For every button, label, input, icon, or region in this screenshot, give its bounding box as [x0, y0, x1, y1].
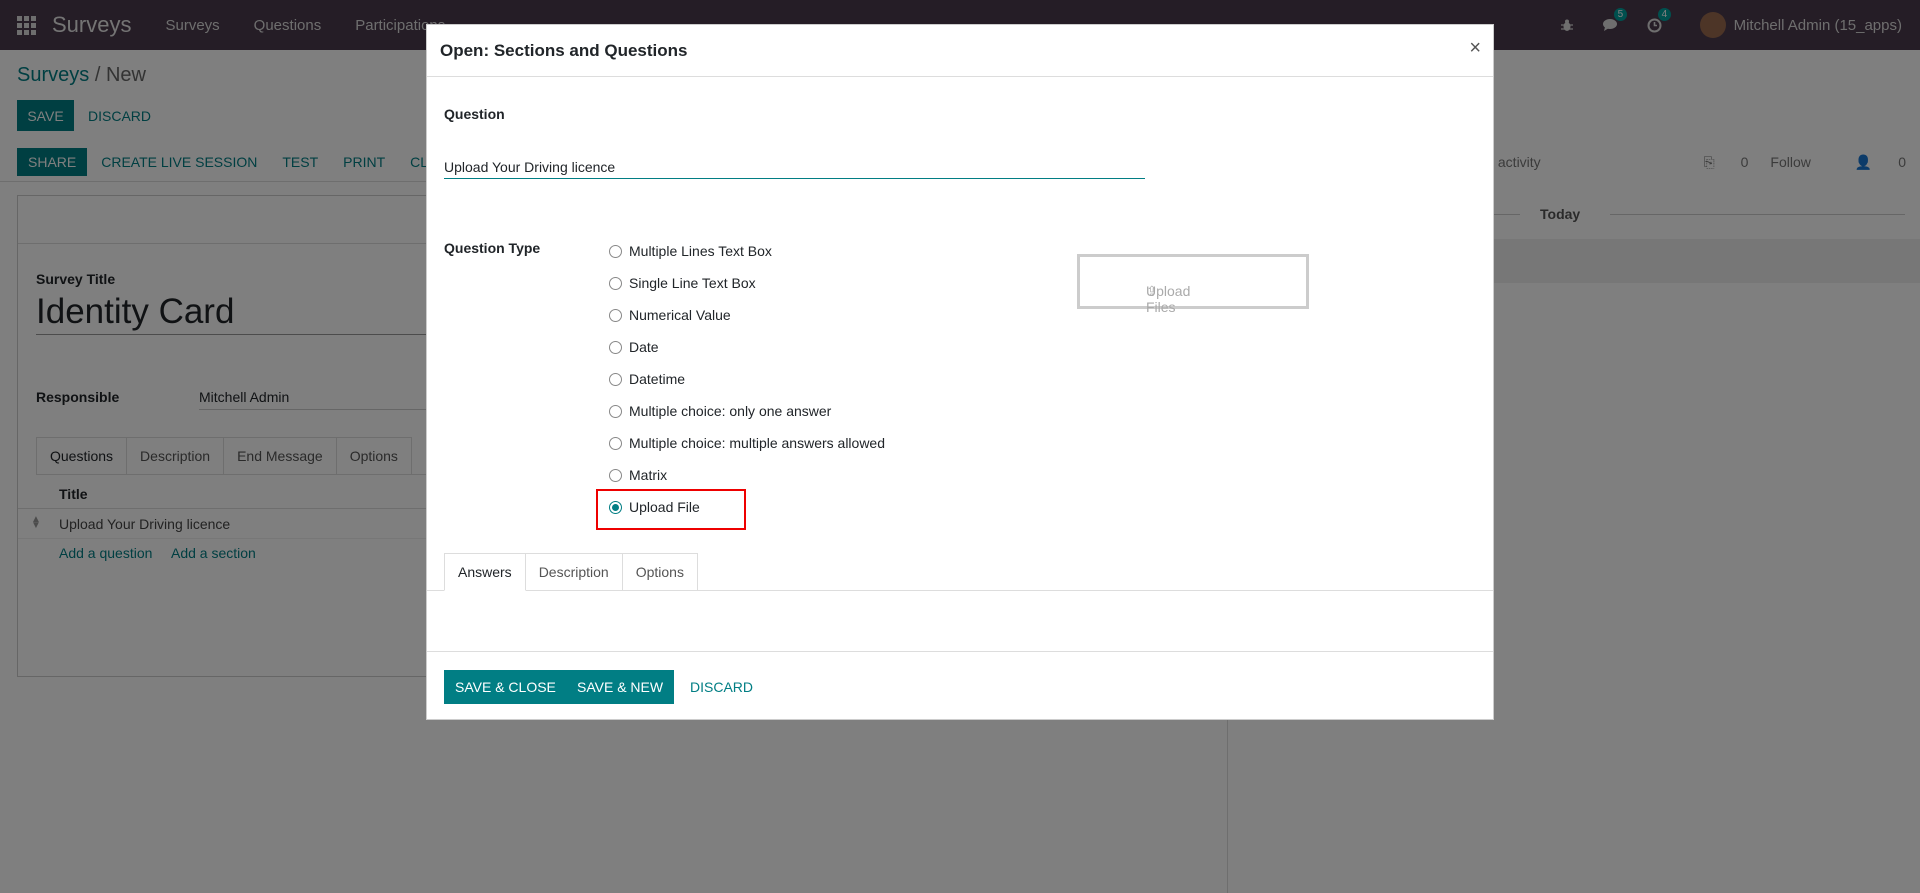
radio-label[interactable]: Numerical Value	[629, 307, 731, 323]
radio-label[interactable]: Date	[629, 339, 659, 355]
radio-option-matrix[interactable]: Matrix	[609, 459, 885, 491]
radio-label[interactable]: Multiple choice: only one answer	[629, 403, 831, 419]
dialog-title: Open: Sections and Questions	[440, 41, 688, 60]
tab-description[interactable]: Description	[524, 553, 623, 591]
sections-questions-dialog: Open: Sections and Questions × Question …	[426, 24, 1494, 720]
radio-label[interactable]: Datetime	[629, 371, 685, 387]
radio-option-date[interactable]: Date	[609, 331, 885, 363]
dialog-tabs: Answers Description Options	[444, 553, 698, 591]
radio-button[interactable]	[609, 372, 622, 386]
question-input[interactable]	[444, 155, 1145, 179]
upload-icon: ⇪	[1146, 283, 1158, 299]
radio-label[interactable]: Multiple Lines Text Box	[629, 243, 772, 259]
radio-option-single-line[interactable]: Single Line Text Box	[609, 267, 885, 299]
question-type-radio-group: Multiple Lines Text Box Single Line Text…	[609, 235, 885, 523]
radio-button[interactable]	[609, 276, 622, 290]
radio-button[interactable]	[609, 404, 622, 418]
dialog-header: Open: Sections and Questions ×	[427, 25, 1493, 77]
radio-option-datetime[interactable]: Datetime	[609, 363, 885, 395]
radio-button[interactable]	[609, 308, 622, 322]
radio-option-multiple-lines[interactable]: Multiple Lines Text Box	[609, 235, 885, 267]
dialog-footer-divider	[427, 651, 1493, 652]
save-close-button[interactable]: SAVE & CLOSE	[444, 670, 567, 704]
radio-label[interactable]: Single Line Text Box	[629, 275, 756, 291]
question-label: Question	[444, 106, 505, 122]
close-icon[interactable]: ×	[1469, 37, 1481, 60]
tab-answers[interactable]: Answers	[444, 553, 526, 591]
question-type-label: Question Type	[444, 240, 541, 256]
radio-option-numerical[interactable]: Numerical Value	[609, 299, 885, 331]
radio-button[interactable]	[609, 436, 622, 450]
save-new-button[interactable]: SAVE & NEW	[566, 670, 675, 704]
selection-highlight	[596, 489, 746, 530]
radio-label[interactable]: Matrix	[629, 467, 667, 483]
tab-options[interactable]: Options	[621, 553, 698, 591]
radio-button[interactable]	[609, 468, 622, 482]
radio-option-single-choice[interactable]: Multiple choice: only one answer	[609, 395, 885, 427]
radio-label[interactable]: Multiple choice: multiple answers allowe…	[629, 435, 885, 451]
upload-files-preview: Upload Files ⇪	[1077, 254, 1309, 315]
radio-option-multiple-choice[interactable]: Multiple choice: multiple answers allowe…	[609, 427, 885, 459]
radio-button[interactable]	[609, 340, 622, 354]
radio-button[interactable]	[609, 244, 622, 258]
dialog-discard-button[interactable]: DISCARD	[680, 670, 763, 704]
